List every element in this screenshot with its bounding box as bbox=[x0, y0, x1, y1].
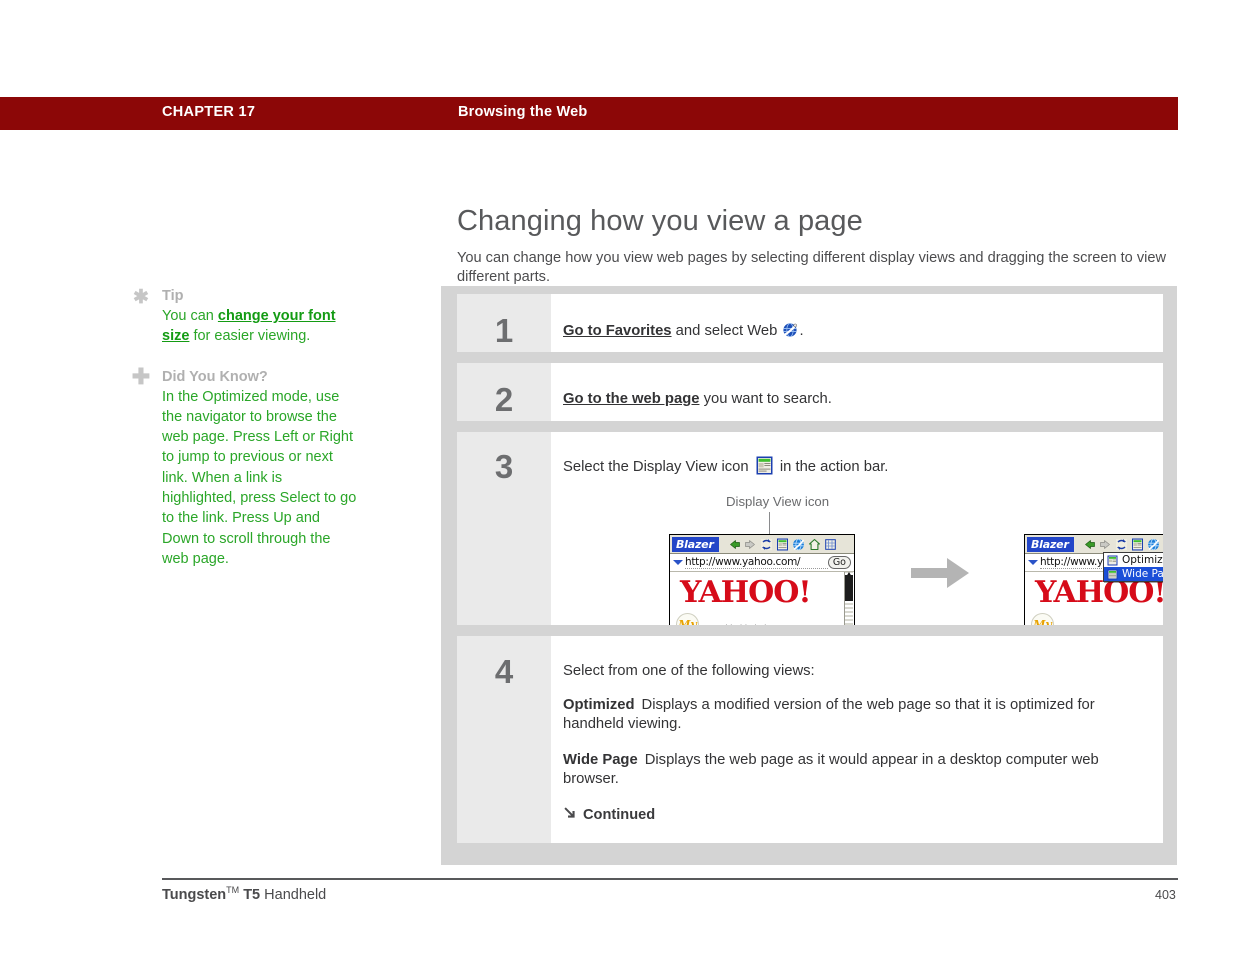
display-view-icon[interactable] bbox=[1131, 538, 1144, 551]
step-2-number: 2 bbox=[457, 363, 551, 421]
transition-arrow-icon bbox=[911, 555, 979, 591]
callout-leader-line bbox=[769, 512, 770, 534]
go-button[interactable]: Go bbox=[827, 556, 851, 569]
menu-item-optimized-label: Optimized bbox=[1122, 554, 1163, 566]
note-tip-title: Tip bbox=[162, 288, 184, 304]
sidebar-notes: ✱ Tip You can change your font size for … bbox=[130, 286, 360, 589]
display-view-callout-label: Display View icon bbox=[726, 494, 830, 509]
back-arrow-icon[interactable] bbox=[1083, 538, 1096, 551]
step-3: 3 Select the Display View icon in the ac… bbox=[457, 432, 1163, 625]
footer-product-name: Tungsten bbox=[162, 886, 227, 903]
home-icon[interactable] bbox=[808, 538, 821, 551]
tip-text-before: You can bbox=[162, 308, 218, 324]
refresh-icon[interactable] bbox=[1115, 538, 1128, 551]
steps-container: 1 Go to Favorites and select Web . 2 Go … bbox=[441, 286, 1177, 865]
note-did-you-know: ✚ Did You Know? In the Optimized mode, u… bbox=[130, 363, 360, 570]
continued-marker: Continued bbox=[563, 806, 1145, 823]
globe-icon[interactable] bbox=[792, 538, 805, 551]
my-yahoo-badge[interactable]: My bbox=[676, 613, 699, 625]
blazer-brand-label: Blazer bbox=[1027, 536, 1074, 552]
note-tip-body: You can change your font size for easier… bbox=[162, 306, 360, 347]
step-2: 2 Go to the web page you want to search. bbox=[457, 363, 1163, 421]
wide-page-view-icon bbox=[1107, 569, 1118, 580]
blazer-toolbar-icons bbox=[728, 538, 837, 551]
definition-wide-page: Wide Page Displays the web page as it wou… bbox=[563, 751, 1145, 789]
step-4-body: Select from one of the following views: … bbox=[551, 636, 1163, 843]
step-3-number: 3 bbox=[457, 432, 551, 625]
my-yahoo-badge[interactable]: My bbox=[1031, 613, 1054, 625]
forward-arrow-icon[interactable] bbox=[744, 538, 757, 551]
forward-arrow-icon[interactable] bbox=[1099, 538, 1112, 551]
step-3-illustration: Display View icon Blazer http://www.yaho… bbox=[563, 494, 1163, 625]
blazer-toolbar: Blazer bbox=[670, 535, 854, 554]
page-title: Changing how you view a page bbox=[457, 205, 863, 238]
url-text[interactable]: http://www.yahoo.com/ bbox=[685, 556, 828, 569]
yahoo-logo: YAHOO! bbox=[680, 575, 812, 610]
step-3-text-before: Select the Display View icon bbox=[563, 459, 753, 475]
plus-icon: ✚ bbox=[131, 363, 151, 389]
screenshot-after: Blazer http://www.yaho YAHOO! My Optimiz… bbox=[1024, 534, 1163, 625]
definition-wide-page-desc: Displays the web page as it would appear… bbox=[563, 752, 1099, 787]
globe-icon bbox=[782, 322, 798, 338]
step-1-period: . bbox=[799, 323, 804, 339]
step-1-text: and select Web bbox=[671, 323, 782, 339]
page-text-placeholder: ·· ·· · · bbox=[725, 621, 769, 625]
step-3-body: Select the Display View icon in the acti… bbox=[551, 432, 1163, 625]
blazer-brand-label: Blazer bbox=[672, 536, 719, 552]
back-arrow-icon[interactable] bbox=[728, 538, 741, 551]
bookmarks-icon[interactable] bbox=[824, 538, 837, 551]
step-1-number: 1 bbox=[457, 294, 551, 352]
go-to-favorites-link[interactable]: Go to Favorites bbox=[563, 323, 672, 339]
step-2-text: you want to search. bbox=[699, 391, 832, 407]
chapter-number: CHAPTER 17 bbox=[162, 104, 256, 120]
scrollbar-thumb[interactable] bbox=[845, 575, 853, 601]
definition-optimized-term: Optimized bbox=[563, 697, 635, 713]
go-to-web-page-link[interactable]: Go to the web page bbox=[563, 391, 699, 407]
refresh-icon[interactable] bbox=[760, 538, 773, 551]
step-4-lead: Select from one of the following views: bbox=[563, 663, 815, 679]
menu-item-wide-page[interactable]: Wide Page bbox=[1104, 567, 1163, 581]
step-1: 1 Go to Favorites and select Web . bbox=[457, 294, 1163, 352]
continued-label: Continued bbox=[583, 806, 656, 823]
note-dyk-title: Did You Know? bbox=[162, 368, 268, 385]
definition-optimized-desc: Displays a modified version of the web p… bbox=[563, 697, 1095, 732]
url-bar[interactable]: http://www.yahoo.com/ Go bbox=[670, 554, 854, 572]
vertical-scrollbar[interactable] bbox=[844, 572, 853, 625]
step-2-body: Go to the web page you want to search. bbox=[551, 363, 1163, 421]
arrow-down-right-icon bbox=[563, 806, 576, 823]
definition-optimized: Optimized Displays a modified version of … bbox=[563, 696, 1145, 734]
step-3-text-after: in the action bar. bbox=[775, 459, 889, 475]
chapter-title: Browsing the Web bbox=[458, 104, 588, 120]
globe-icon[interactable] bbox=[1147, 538, 1160, 551]
blazer-toolbar-icons bbox=[1083, 538, 1163, 551]
optimized-view-icon bbox=[1107, 555, 1118, 566]
trademark-symbol: TM bbox=[226, 885, 240, 895]
page-intro: You can change how you view web pages by… bbox=[457, 249, 1167, 285]
footer-divider bbox=[162, 878, 1178, 880]
note-tip: ✱ Tip You can change your font size for … bbox=[130, 286, 360, 347]
step-4-number: 4 bbox=[457, 636, 551, 843]
definition-wide-page-term: Wide Page bbox=[563, 752, 638, 768]
chevron-down-icon[interactable] bbox=[673, 560, 683, 565]
display-view-icon[interactable] bbox=[776, 538, 789, 551]
asterisk-icon: ✱ bbox=[133, 287, 149, 308]
note-dyk-body: In the Optimized mode, use the navigator… bbox=[162, 388, 357, 567]
web-page-content: YAHOO! My ·· ·· · · bbox=[670, 572, 854, 625]
menu-item-optimized[interactable]: Optimized bbox=[1104, 553, 1163, 567]
step-1-body: Go to Favorites and select Web . bbox=[551, 294, 1163, 352]
step-4: 4 Select from one of the following views… bbox=[457, 636, 1163, 843]
display-view-icon bbox=[756, 456, 773, 475]
footer-product: TungstenTM T5 Handheld bbox=[162, 885, 326, 903]
menu-item-wide-page-label: Wide Page bbox=[1122, 568, 1163, 580]
display-view-dropdown-menu[interactable]: Optimized Wide Page bbox=[1103, 552, 1163, 582]
tip-text-after: for easier viewing. bbox=[189, 328, 311, 345]
footer-model: T5 bbox=[239, 886, 261, 903]
page-number: 403 bbox=[1155, 888, 1176, 902]
chevron-down-icon[interactable] bbox=[1028, 560, 1038, 565]
footer-product-suffix: Handheld bbox=[260, 886, 327, 903]
chapter-header-bar: CHAPTER 17 Browsing the Web bbox=[0, 97, 1178, 130]
yahoo-logo: YAHOO! bbox=[1035, 575, 1163, 610]
screenshot-before: Blazer http://www.yahoo.com/ Go YAHOO! M… bbox=[669, 534, 855, 625]
